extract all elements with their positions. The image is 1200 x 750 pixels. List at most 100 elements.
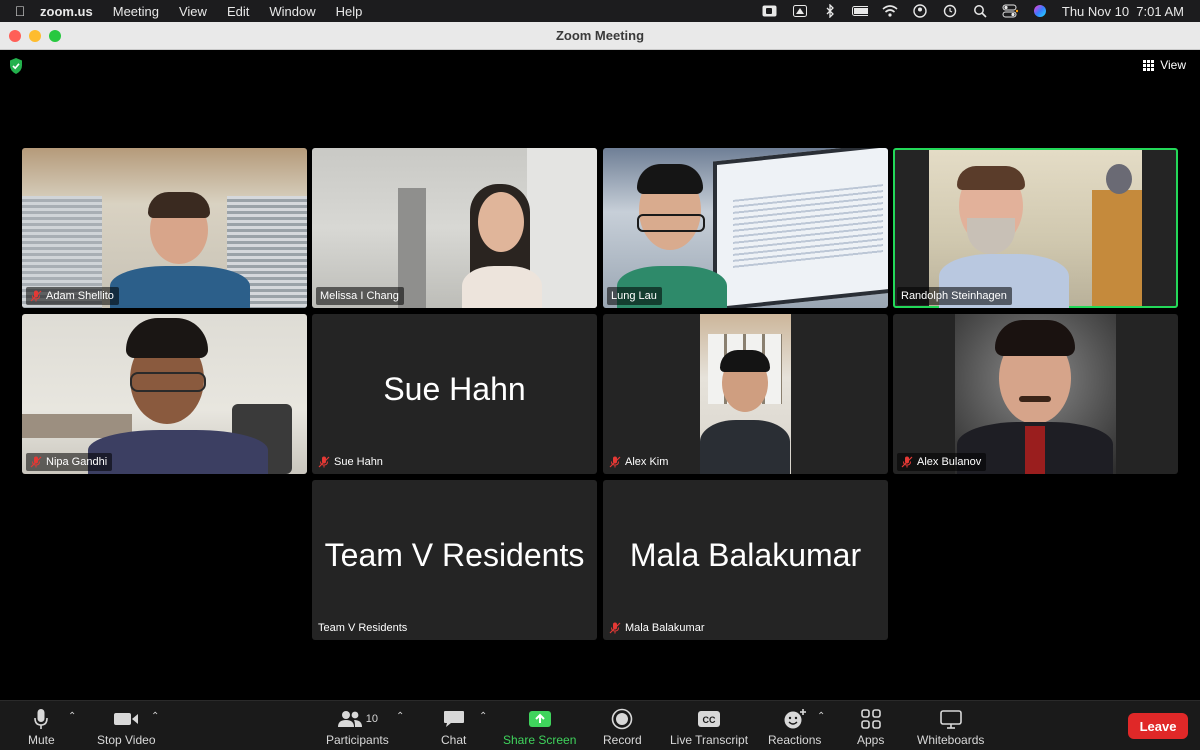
menu-window[interactable]: Window — [269, 4, 315, 19]
stop-video-button[interactable]: Stop Video — [97, 707, 156, 747]
grid-icon — [1143, 59, 1155, 71]
video-options-chevron-up-icon[interactable]: ⌃ — [151, 711, 159, 722]
video-tile[interactable]: Alex Bulanov — [893, 314, 1178, 474]
search-icon[interactable] — [972, 4, 988, 18]
mic-muted-icon — [30, 456, 42, 468]
live-transcript-label: Live Transcript — [670, 733, 749, 747]
participant-name: Mala Balakumar — [625, 622, 705, 634]
apps-icon — [860, 709, 881, 729]
participant-label: Lung Lau — [607, 287, 662, 305]
menu-app-name[interactable]: zoom.us — [40, 4, 93, 19]
apple-icon[interactable]:  — [0, 3, 40, 19]
share-screen-button[interactable]: Share Screen — [503, 707, 576, 747]
emoji-plus-icon — [784, 709, 806, 729]
menu-status-area: Thu Nov 10 7:01 AM — [762, 0, 1184, 22]
record-icon — [612, 708, 633, 730]
mute-options-chevron-up-icon[interactable]: ⌃ — [68, 711, 76, 722]
participant-label: Randolph Steinhagen — [897, 287, 1012, 305]
participant-label: Adam Shellito — [26, 287, 119, 305]
participant-video — [603, 148, 888, 308]
menu-help[interactable]: Help — [336, 4, 363, 19]
siri-icon[interactable] — [1032, 4, 1048, 18]
participant-name: Randolph Steinhagen — [901, 290, 1007, 302]
time-machine-icon[interactable] — [942, 4, 958, 18]
participant-display-name: Team V Residents — [324, 536, 585, 573]
video-tile[interactable]: Alex Kim — [603, 314, 888, 474]
participants-label: Participants — [326, 733, 389, 747]
drive-icon[interactable] — [792, 4, 808, 18]
mic-muted-icon — [30, 290, 42, 302]
record-button[interactable]: Record — [603, 707, 642, 747]
window-title-bar: Zoom Meeting — [0, 22, 1200, 50]
share-screen-label: Share Screen — [503, 733, 577, 747]
chat-options-chevron-up-icon[interactable]: ⌃ — [479, 711, 487, 722]
chat-button[interactable]: Chat — [441, 707, 466, 747]
stop-video-label: Stop Video — [97, 733, 156, 747]
meeting-toolbar: Mute ⌃ Stop Video ⌃ 10 Participants ⌃ Ch… — [0, 700, 1200, 750]
participant-video — [312, 148, 597, 308]
minimize-window-button[interactable] — [29, 30, 41, 42]
video-tile[interactable]: Adam Shellito — [22, 148, 307, 308]
apps-label: Apps — [857, 733, 885, 747]
participant-label: Melissa I Chang — [316, 287, 404, 305]
participants-options-chevron-up-icon[interactable]: ⌃ — [396, 711, 404, 722]
view-button[interactable]: View — [1143, 58, 1186, 72]
menu-meeting[interactable]: Meeting — [113, 4, 159, 19]
participant-display-name: Sue Hahn — [383, 370, 526, 407]
meeting-area: View Adam Shellito Melissa I Chang Lung … — [0, 50, 1200, 700]
whiteboard-icon — [939, 710, 962, 729]
mic-muted-icon — [901, 456, 913, 468]
wifi-icon[interactable] — [882, 4, 898, 18]
participant-name: Team V Residents — [318, 622, 408, 634]
participant-name: Lung Lau — [611, 290, 657, 302]
leave-button[interactable]: Leave — [1128, 713, 1188, 739]
video-tile-active-speaker[interactable]: Randolph Steinhagen — [893, 148, 1178, 308]
control-center-icon[interactable] — [1002, 4, 1018, 18]
participant-name: Melissa I Chang — [320, 290, 399, 302]
participant-video — [22, 148, 307, 308]
participant-label: Alex Kim — [607, 453, 673, 471]
participant-name: Adam Shellito — [46, 290, 114, 302]
close-window-button[interactable] — [9, 30, 21, 42]
battery-icon[interactable] — [851, 4, 868, 18]
participants-icon — [337, 711, 362, 727]
share-screen-icon — [528, 711, 551, 727]
name-tile[interactable]: Team V Residents Team V Residents — [312, 480, 597, 640]
video-tile[interactable]: Melissa I Chang — [312, 148, 597, 308]
name-tile[interactable]: Sue Hahn Sue Hahn — [312, 314, 597, 474]
shield-icon[interactable] — [9, 58, 23, 74]
live-transcript-button[interactable]: CC Live Transcript — [670, 707, 748, 747]
participant-video — [955, 314, 1116, 474]
whiteboards-button[interactable]: Whiteboards — [917, 707, 984, 747]
bluetooth-icon[interactable] — [822, 4, 838, 18]
zoom-window-button[interactable] — [49, 30, 61, 42]
mute-button[interactable]: Mute — [28, 707, 55, 747]
participant-display-name: Mala Balakumar — [629, 536, 862, 573]
participant-name: Sue Hahn — [334, 456, 383, 468]
reactions-button[interactable]: Reactions — [768, 707, 821, 747]
video-tile[interactable]: Lung Lau — [603, 148, 888, 308]
apps-button[interactable]: Apps — [857, 707, 884, 747]
name-tile[interactable]: Mala Balakumar Mala Balakumar — [603, 480, 888, 640]
record-label: Record — [603, 733, 642, 747]
participant-label: Alex Bulanov — [897, 453, 987, 471]
participant-label: Mala Balakumar — [607, 619, 709, 637]
video-camera-icon — [114, 713, 139, 725]
chat-label: Chat — [441, 733, 467, 747]
menu-clock[interactable]: Thu Nov 10 7:01 AM — [1062, 4, 1184, 19]
participant-count: 10 — [365, 713, 378, 725]
participant-video — [22, 314, 307, 474]
participant-label: Sue Hahn — [316, 453, 388, 471]
menu-view[interactable]: View — [179, 4, 207, 19]
window-title: Zoom Meeting — [555, 28, 645, 43]
reactions-label: Reactions — [768, 733, 822, 747]
menu-edit[interactable]: Edit — [227, 4, 249, 19]
reactions-options-chevron-up-icon[interactable]: ⌃ — [817, 711, 825, 722]
view-label: View — [1160, 58, 1186, 72]
closed-caption-icon: CC — [698, 711, 721, 727]
participants-button[interactable]: 10 Participants — [326, 707, 389, 747]
camera-icon[interactable] — [762, 4, 778, 18]
video-tile[interactable]: Nipa Gandhi — [22, 314, 307, 474]
participant-name: Nipa Gandhi — [46, 456, 108, 468]
user-icon[interactable] — [912, 4, 928, 18]
